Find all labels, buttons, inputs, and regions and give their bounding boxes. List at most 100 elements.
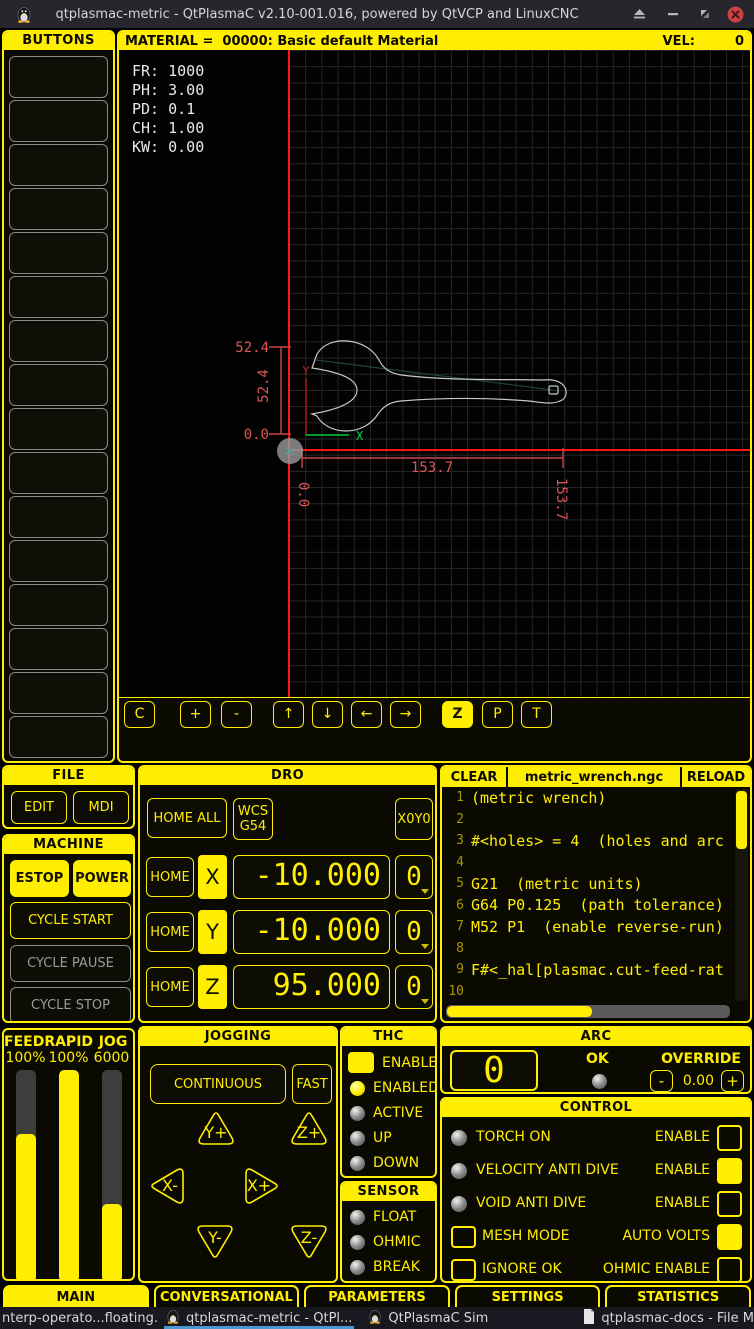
material-text[interactable]: MATERIAL = 00000: Basic default Material (125, 34, 438, 49)
axis-x-letter[interactable]: X (198, 855, 227, 899)
home-x-button[interactable]: HOME (146, 857, 194, 897)
jog-x-minus-button[interactable]: X- (145, 1164, 189, 1208)
y-offset-spinner[interactable]: 0 (395, 910, 433, 954)
jog-z-minus-button[interactable]: Z- (287, 1220, 331, 1264)
jogging-panel: JOGGING CONTINUOUS FAST Y+ Z+ X- X+ Y- Z… (138, 1026, 338, 1283)
arc-override-label: OVERRIDE (661, 1051, 741, 1067)
clear-plot-button[interactable]: C (124, 701, 155, 728)
override-plus-button[interactable]: + (721, 1070, 744, 1092)
user-button-1[interactable] (9, 56, 108, 98)
jog-continuous-button[interactable]: CONTINUOUS (150, 1064, 286, 1104)
user-button-7[interactable] (9, 320, 108, 362)
minimize-window-icon[interactable] (665, 6, 681, 22)
thc-enable-checkbox[interactable] (348, 1052, 374, 1073)
gcode-vertical-scrollbar[interactable] (735, 789, 748, 1001)
user-button-9[interactable] (9, 408, 108, 450)
tab-statistics[interactable]: STATISTICS (605, 1285, 751, 1307)
thc-up-label: UP (373, 1130, 392, 1146)
zoom-in-button[interactable]: + (180, 701, 211, 728)
mdi-button[interactable]: MDI (73, 791, 129, 824)
mesh-mode-checkbox[interactable] (451, 1226, 476, 1248)
user-button-14[interactable] (9, 628, 108, 670)
arc-ok-led (592, 1074, 607, 1089)
gcode-horizontal-scrollbar[interactable] (446, 1005, 730, 1018)
gcode-listing[interactable]: 1(metric wrench) 2 3#<holes> = 4 (holes … (442, 787, 750, 1003)
cycle-start-button[interactable]: CYCLE START (10, 902, 131, 939)
axis-z-letter[interactable]: Z (198, 965, 227, 1009)
user-button-16[interactable] (9, 716, 108, 758)
user-button-4[interactable] (9, 188, 108, 230)
z-view-button[interactable]: Z (442, 701, 473, 728)
auto-volts-checkbox[interactable] (717, 1224, 742, 1250)
rapid-override-slider[interactable] (59, 1070, 79, 1281)
velocity-anti-dive-label: VELOCITY ANTI DIVE (476, 1162, 619, 1178)
user-button-11[interactable] (9, 496, 108, 538)
z-offset-spinner[interactable]: 0 (395, 965, 433, 1009)
edit-button[interactable]: EDIT (11, 791, 67, 824)
jog-z-plus-button[interactable]: Z+ (287, 1106, 331, 1150)
cycle-pause-button[interactable]: CYCLE PAUSE (10, 945, 131, 982)
loaded-filename[interactable]: metric_wrench.ngc (508, 767, 680, 787)
user-button-15[interactable] (9, 672, 108, 714)
user-button-10[interactable] (9, 452, 108, 494)
velocity-enable-label: ENABLE (655, 1162, 710, 1178)
tab-settings[interactable]: SETTINGS (455, 1285, 601, 1307)
jog-y-minus-button[interactable]: Y- (193, 1220, 237, 1264)
user-button-6[interactable] (9, 276, 108, 318)
x-offset-value: 0 (406, 862, 422, 892)
taskbar-item-filemanager[interactable]: qtplasmac-docs - File M (575, 1307, 754, 1329)
wcs-button[interactable]: WCS G54 (233, 798, 273, 840)
pan-right-button[interactable]: → (390, 701, 421, 728)
svg-text:Y+: Y+ (203, 1123, 227, 1142)
taskbar-item-terminal[interactable]: nterp-operato...floating... (0, 1307, 158, 1329)
taskbar-item-qtplasmac[interactable]: qtplasmac-metric - QtPl... (158, 1307, 360, 1329)
pan-up-button[interactable]: ↑ (273, 701, 304, 728)
restore-window-icon[interactable] (697, 6, 713, 22)
torch-enable-checkbox[interactable] (717, 1125, 742, 1151)
pan-down-button[interactable]: ↓ (312, 701, 343, 728)
jog-fast-button[interactable]: FAST (292, 1064, 332, 1104)
ignore-ok-checkbox[interactable] (451, 1259, 476, 1281)
user-button-13[interactable] (9, 584, 108, 626)
dro-panel-title: DRO (140, 767, 435, 785)
home-z-button[interactable]: HOME (146, 967, 194, 1007)
home-y-button[interactable]: HOME (146, 912, 194, 952)
shade-window-icon[interactable] (631, 6, 647, 22)
ohmic-enable-checkbox[interactable] (717, 1257, 742, 1283)
axis-y-letter[interactable]: Y (198, 910, 227, 954)
tab-parameters[interactable]: PARAMETERS (304, 1285, 450, 1307)
jog-y-plus-button[interactable]: Y+ (194, 1106, 238, 1150)
tab-main[interactable]: MAIN (3, 1285, 149, 1307)
jog-x-plus-button[interactable]: X+ (240, 1164, 284, 1208)
t-view-button[interactable]: T (521, 701, 552, 728)
clear-file-button[interactable]: CLEAR (442, 767, 506, 787)
gcode-preview-plot[interactable]: FR: 1000 PH: 3.00 PD: 0.1 CH: 1.00 KW: 0… (119, 50, 750, 730)
override-minus-button[interactable]: - (650, 1070, 673, 1092)
user-button-2[interactable] (9, 100, 108, 142)
reload-file-button[interactable]: RELOAD (682, 767, 750, 787)
jogging-panel-title: JOGGING (140, 1028, 336, 1046)
x-offset-spinner[interactable]: 0 (395, 855, 433, 899)
user-button-3[interactable] (9, 144, 108, 186)
taskbar-item-label: qtplasmac-metric - QtPl... (186, 1311, 352, 1326)
tab-conversational[interactable]: CONVERSATIONAL (154, 1285, 300, 1307)
velocity-enable-checkbox[interactable] (717, 1158, 742, 1184)
y-offset-value: 0 (406, 917, 422, 947)
pan-left-button[interactable]: ← (351, 701, 382, 728)
taskbar-item-sim[interactable]: QtPlasmaC Sim (360, 1307, 496, 1329)
user-button-12[interactable] (9, 540, 108, 582)
zoom-out-button[interactable]: - (221, 701, 252, 728)
jog-speed-slider[interactable] (102, 1070, 122, 1281)
power-button[interactable]: POWER (73, 860, 131, 897)
velocity-value: 0 (735, 34, 744, 49)
p-view-button[interactable]: P (482, 701, 513, 728)
x0y0-button[interactable]: X0Y0 (395, 798, 433, 840)
estop-button[interactable]: ESTOP (10, 860, 69, 897)
user-button-5[interactable] (9, 232, 108, 274)
feed-override-slider[interactable] (16, 1070, 36, 1281)
void-enable-checkbox[interactable] (717, 1191, 742, 1217)
home-all-button[interactable]: HOME ALL (147, 798, 227, 838)
cycle-stop-button[interactable]: CYCLE STOP (10, 987, 131, 1023)
user-button-8[interactable] (9, 364, 108, 406)
close-window-icon[interactable] (726, 5, 744, 23)
